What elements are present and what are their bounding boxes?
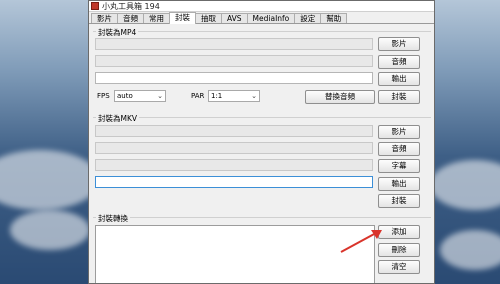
cloud xyxy=(430,160,500,210)
convert-file-list[interactable] xyxy=(95,225,375,283)
tab-settings[interactable]: 設定 xyxy=(294,13,322,23)
mp4-output-button[interactable]: 輸出 xyxy=(378,72,420,86)
tab-avs[interactable]: AVS xyxy=(221,13,248,23)
replace-audio-button[interactable]: 替換音頻 xyxy=(305,90,375,104)
fps-label: FPS xyxy=(97,92,110,100)
tab-bar: 影片 音頻 常用 封裝 抽取 AVS MediaInfo 設定 幫助 xyxy=(89,12,434,24)
chevron-down-icon: ⌄ xyxy=(251,92,257,100)
mp4-audio-button[interactable]: 音頻 xyxy=(378,55,420,69)
mkv-video-field[interactable] xyxy=(95,125,373,137)
par-select[interactable]: 1:1 ⌄ xyxy=(208,90,260,102)
convert-group-title: 封裝轉換 xyxy=(96,213,130,224)
mp4-video-field[interactable] xyxy=(95,38,373,50)
mkv-subtitle-field[interactable] xyxy=(95,159,373,171)
mkv-group-title: 封裝為MKV xyxy=(96,113,140,124)
mp4-audio-field[interactable] xyxy=(95,55,373,67)
add-button[interactable]: 添加 xyxy=(378,225,420,239)
clear-button[interactable]: 清空 xyxy=(378,260,420,274)
fps-value: auto xyxy=(117,92,133,100)
par-label: PAR xyxy=(191,92,205,100)
mkv-output-field[interactable] xyxy=(95,176,373,188)
cloud xyxy=(10,210,90,250)
app-icon xyxy=(91,2,99,10)
title-bar: 小丸工具箱 194 xyxy=(89,1,434,12)
cloud xyxy=(0,150,100,210)
mp4-mux-button[interactable]: 封裝 xyxy=(378,90,420,104)
mp4-video-button[interactable]: 影片 xyxy=(378,37,420,51)
mkv-mux-button[interactable]: 封裝 xyxy=(378,194,420,208)
mp4-group-title: 封裝為MP4 xyxy=(96,27,139,38)
window-title: 小丸工具箱 194 xyxy=(102,1,160,11)
mkv-audio-button[interactable]: 音頻 xyxy=(378,142,420,156)
mkv-subtitle-button[interactable]: 字幕 xyxy=(378,159,420,173)
tab-mux[interactable]: 封裝 xyxy=(169,12,196,24)
chevron-down-icon: ⌄ xyxy=(157,92,163,100)
tab-video[interactable]: 影片 xyxy=(91,13,118,23)
fps-select[interactable]: auto ⌄ xyxy=(114,90,166,102)
par-value: 1:1 xyxy=(211,92,223,100)
tab-extract[interactable]: 抽取 xyxy=(195,13,222,23)
cloud xyxy=(440,230,500,270)
delete-button[interactable]: 刪除 xyxy=(378,243,420,257)
mkv-audio-field[interactable] xyxy=(95,142,373,154)
mkv-video-button[interactable]: 影片 xyxy=(378,125,420,139)
tab-mediainfo[interactable]: MediaInfo xyxy=(246,13,296,23)
mkv-output-button[interactable]: 輸出 xyxy=(378,177,420,191)
mp4-output-field[interactable] xyxy=(95,72,373,84)
annotation-arrow-icon xyxy=(340,230,382,253)
tab-common[interactable]: 常用 xyxy=(143,13,170,23)
tab-help[interactable]: 幫助 xyxy=(320,13,348,23)
tab-audio[interactable]: 音頻 xyxy=(117,13,144,23)
